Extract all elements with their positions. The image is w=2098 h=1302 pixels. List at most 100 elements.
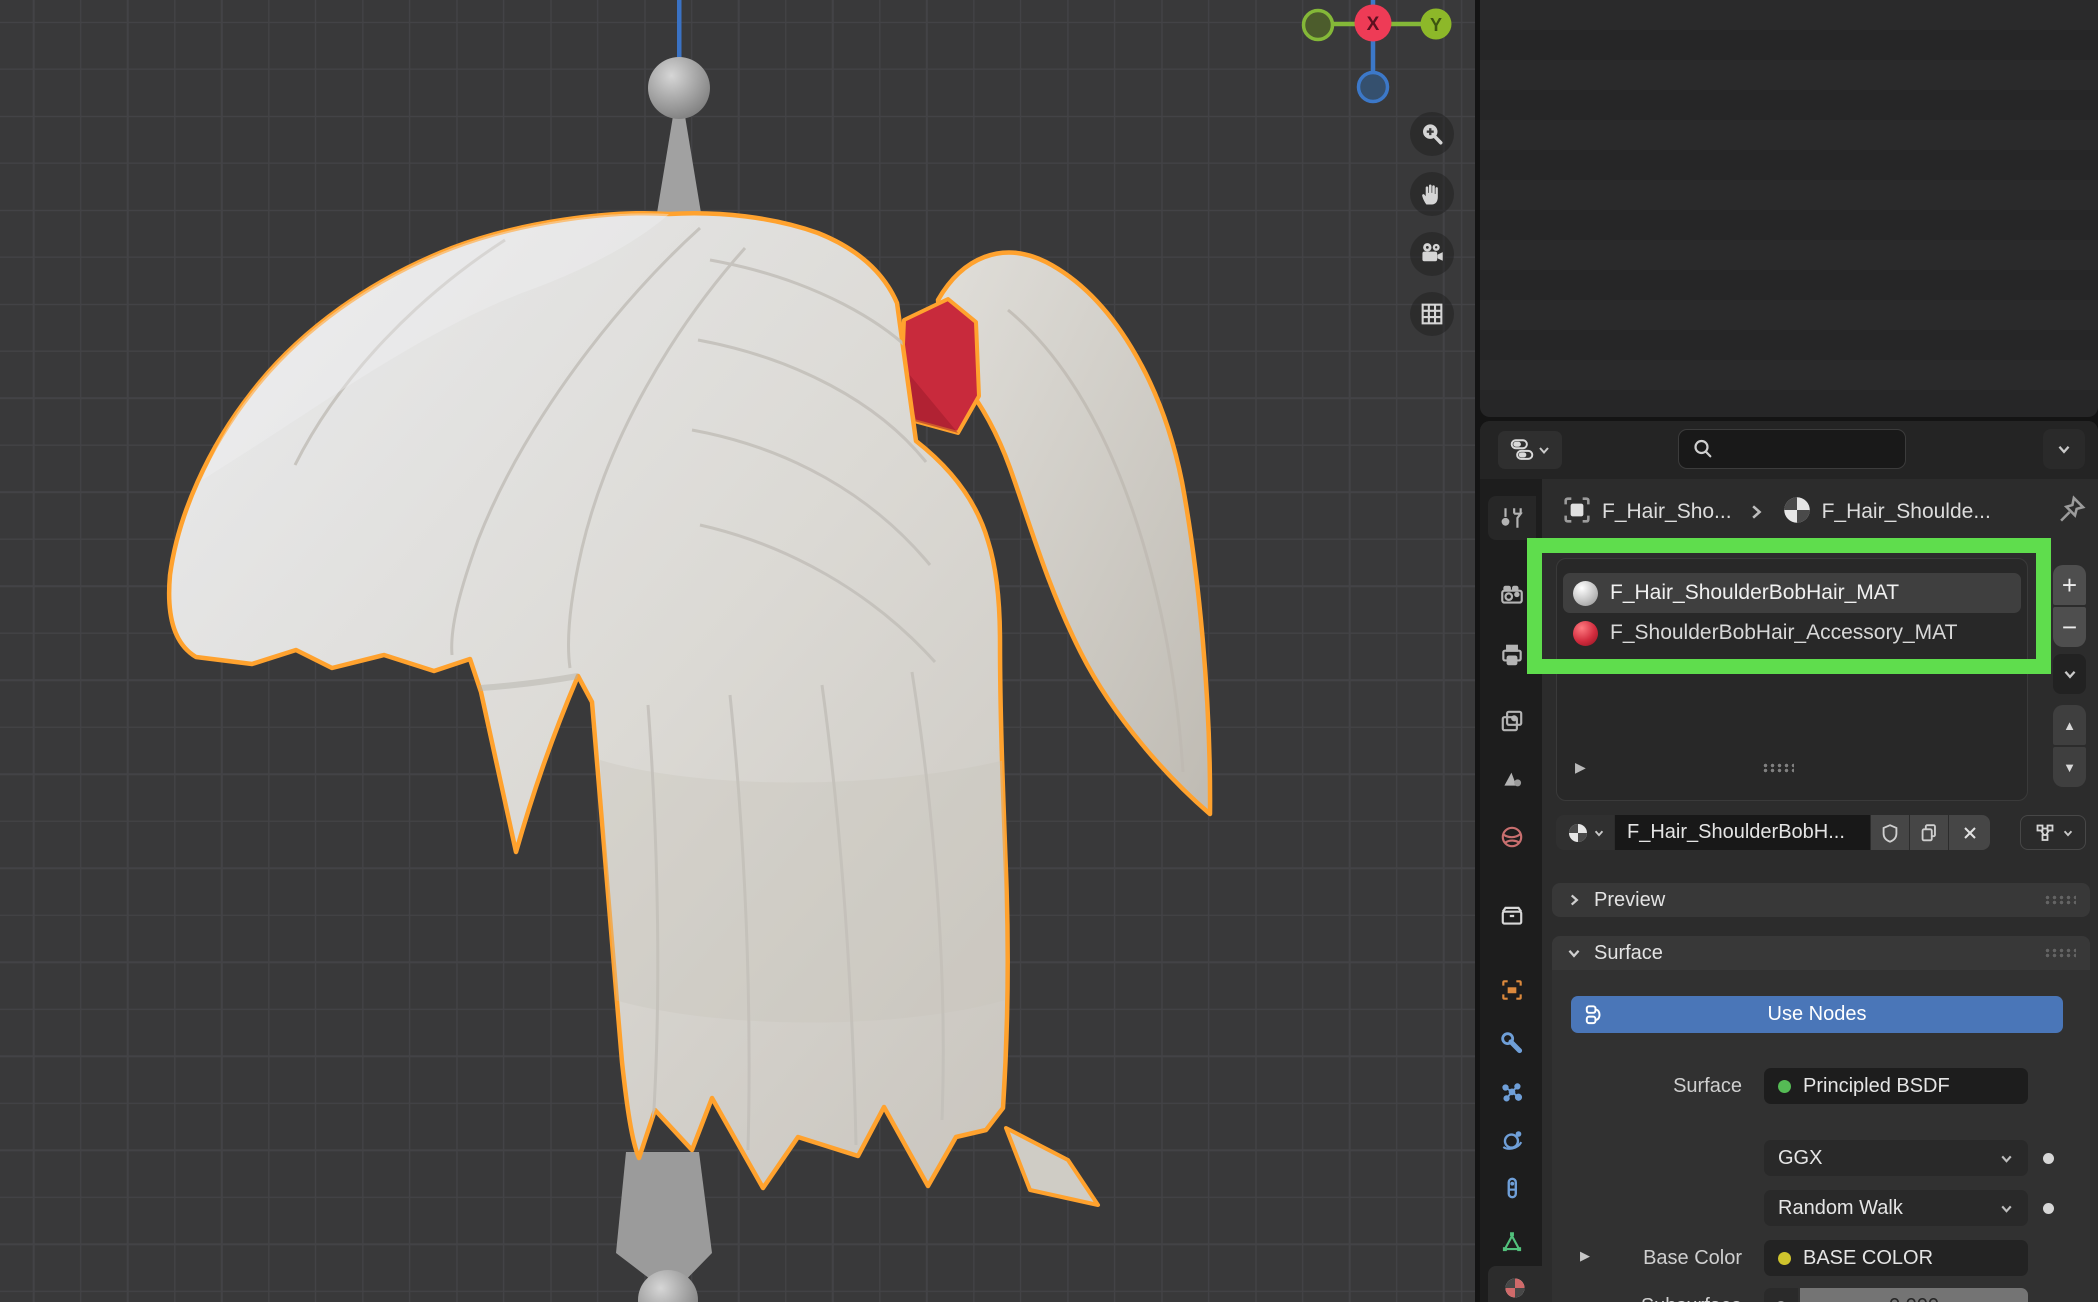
view-axis-gizmo[interactable]: X Y: [1278, 0, 1478, 112]
pan-hand-icon: [1418, 180, 1446, 208]
subsurface-label: Subsurface: [1572, 1288, 1742, 1302]
move-slot-down-button[interactable]: ▼: [2053, 747, 2086, 787]
properties-editor: F_Hair_Sho... F_Hair_Shoulde...: [1480, 421, 2098, 1302]
tab-object[interactable]: [1488, 968, 1536, 1012]
panel-surface-title: Surface: [1594, 942, 2032, 965]
material-sphere-icon: [1502, 1275, 1528, 1301]
tab-material[interactable]: [1488, 1266, 1542, 1302]
subsurface-socket-segment: [1764, 1288, 1798, 1302]
tab-physics[interactable]: [1488, 1118, 1536, 1162]
grid-overlay-icon: [1418, 300, 1446, 328]
blender-window: X Y: [0, 0, 2098, 1302]
tool-icon: [1499, 505, 1525, 531]
tab-tool[interactable]: [1488, 496, 1536, 540]
modifier-wrench-icon: [1499, 1030, 1525, 1056]
search-input[interactable]: [1678, 429, 1906, 469]
pan-button[interactable]: [1410, 172, 1454, 216]
panel-drag-grip[interactable]: [2044, 948, 2076, 958]
physics-icon: [1499, 1127, 1525, 1153]
surface-shader-value: Principled BSDF: [1803, 1075, 1950, 1098]
remove-slot-button[interactable]: −: [2053, 607, 2086, 647]
list-resize-grip[interactable]: [1762, 763, 1794, 773]
bone-top-sphere[interactable]: [648, 57, 710, 119]
properties-header: [1480, 421, 2098, 479]
nodetree-icon: [2033, 821, 2057, 845]
chevron-right-icon: [1566, 892, 1582, 908]
surface-label: Surface: [1572, 1068, 1742, 1104]
panel-drag-grip[interactable]: [2044, 895, 2076, 905]
grid-overlay-button[interactable]: [1410, 292, 1454, 336]
zoom-button[interactable]: [1410, 112, 1454, 156]
chevron-right-icon: [1746, 502, 1766, 522]
axis-minus-y-ball[interactable]: [1304, 11, 1333, 40]
bone-top-cone[interactable]: [657, 116, 701, 213]
base-color-value: BASE COLOR: [1803, 1247, 1933, 1270]
hair-mesh-scene[interactable]: [0, 0, 1475, 1302]
header-menu-button[interactable]: [2043, 429, 2085, 469]
link-material-dropdown[interactable]: [2020, 815, 2086, 850]
use-nodes-button[interactable]: Use Nodes: [1571, 996, 2063, 1033]
animate-decorator-dot[interactable]: [2043, 1153, 2054, 1164]
render-properties-icon: [1499, 582, 1525, 608]
object-icon: [1560, 493, 1594, 532]
properties-editor-icon: [1509, 437, 1535, 463]
breadcrumb: F_Hair_Sho... F_Hair_Shoulde...: [1542, 491, 2098, 533]
axis-y-label: Y: [1430, 15, 1442, 35]
chevron-down-icon: [1566, 945, 1582, 961]
axis-x-label: X: [1367, 14, 1380, 35]
new-material-button[interactable]: [1910, 815, 1948, 850]
add-slot-button[interactable]: +: [2053, 565, 2086, 605]
base-color-field[interactable]: BASE COLOR: [1764, 1240, 2028, 1276]
color-socket-dot: [1778, 1252, 1791, 1265]
animate-decorator-dot[interactable]: [2043, 1203, 2054, 1214]
distribution-value: GGX: [1778, 1147, 1822, 1170]
panel-preview-title: Preview: [1594, 889, 2032, 912]
editor-type-button[interactable]: [1498, 431, 1562, 469]
search-icon: [1691, 437, 1715, 461]
surface-shader-field[interactable]: Principled BSDF: [1764, 1068, 2028, 1104]
axis-minus-z-ball[interactable]: [1359, 73, 1388, 102]
move-slot-up-button[interactable]: ▲: [2053, 705, 2086, 745]
tab-collection[interactable]: [1488, 894, 1536, 938]
node-editor-icon: [1583, 1002, 1609, 1028]
annotation-highlight-box: [1527, 538, 2051, 674]
fake-user-button[interactable]: [1871, 815, 1909, 850]
panel-preview-header[interactable]: Preview: [1552, 883, 2090, 917]
subsurface-method-value: Random Walk: [1778, 1197, 1903, 1220]
subsurface-method-dropdown[interactable]: Random Walk: [1764, 1190, 2028, 1226]
unlink-material-button[interactable]: [1949, 815, 1990, 850]
tab-particles[interactable]: [1488, 1072, 1536, 1116]
pin-icon[interactable]: [2054, 493, 2088, 532]
tab-view-layer[interactable]: [1488, 699, 1536, 743]
use-nodes-label: Use Nodes: [1609, 1003, 2025, 1026]
tab-world[interactable]: [1488, 815, 1536, 859]
material-icon: [1780, 493, 1814, 532]
list-filter-expand-arrow[interactable]: ▶: [1575, 759, 1586, 776]
object-properties-icon: [1499, 977, 1525, 1003]
panel-surface-header[interactable]: Surface: [1552, 936, 2090, 970]
outliner-empty-area[interactable]: [1480, 0, 2098, 417]
scene-properties-icon: [1499, 765, 1525, 791]
breadcrumb-object[interactable]: F_Hair_Sho...: [1602, 500, 1732, 524]
collection-properties-icon: [1499, 903, 1525, 929]
camera-view-button[interactable]: [1410, 232, 1454, 276]
tab-constraints[interactable]: [1488, 1166, 1536, 1210]
particles-icon: [1499, 1081, 1525, 1107]
tab-object-data[interactable]: [1488, 1220, 1536, 1264]
tab-scene[interactable]: [1488, 756, 1536, 800]
3d-viewport[interactable]: X Y: [0, 0, 1475, 1302]
close-icon: [1960, 823, 1980, 843]
chevron-down-icon: [1999, 1201, 2014, 1216]
subsurface-slider[interactable]: 0.000: [1800, 1288, 2028, 1302]
breadcrumb-material[interactable]: F_Hair_Shoulde...: [1822, 500, 2002, 524]
browse-material-button[interactable]: [1556, 815, 1614, 850]
distribution-dropdown[interactable]: GGX: [1764, 1140, 2028, 1176]
tab-modifiers[interactable]: [1488, 1021, 1536, 1065]
chevron-down-icon: [2062, 827, 2074, 839]
chevron-down-icon: [1593, 827, 1605, 839]
hair-stray-tip[interactable]: [1006, 1128, 1098, 1205]
material-name-field[interactable]: F_Hair_ShoulderBobH...: [1615, 815, 1870, 850]
chevron-down-icon: [2056, 441, 2072, 457]
view-layer-icon: [1499, 708, 1525, 734]
slot-specials-menu-button[interactable]: [2053, 654, 2086, 694]
